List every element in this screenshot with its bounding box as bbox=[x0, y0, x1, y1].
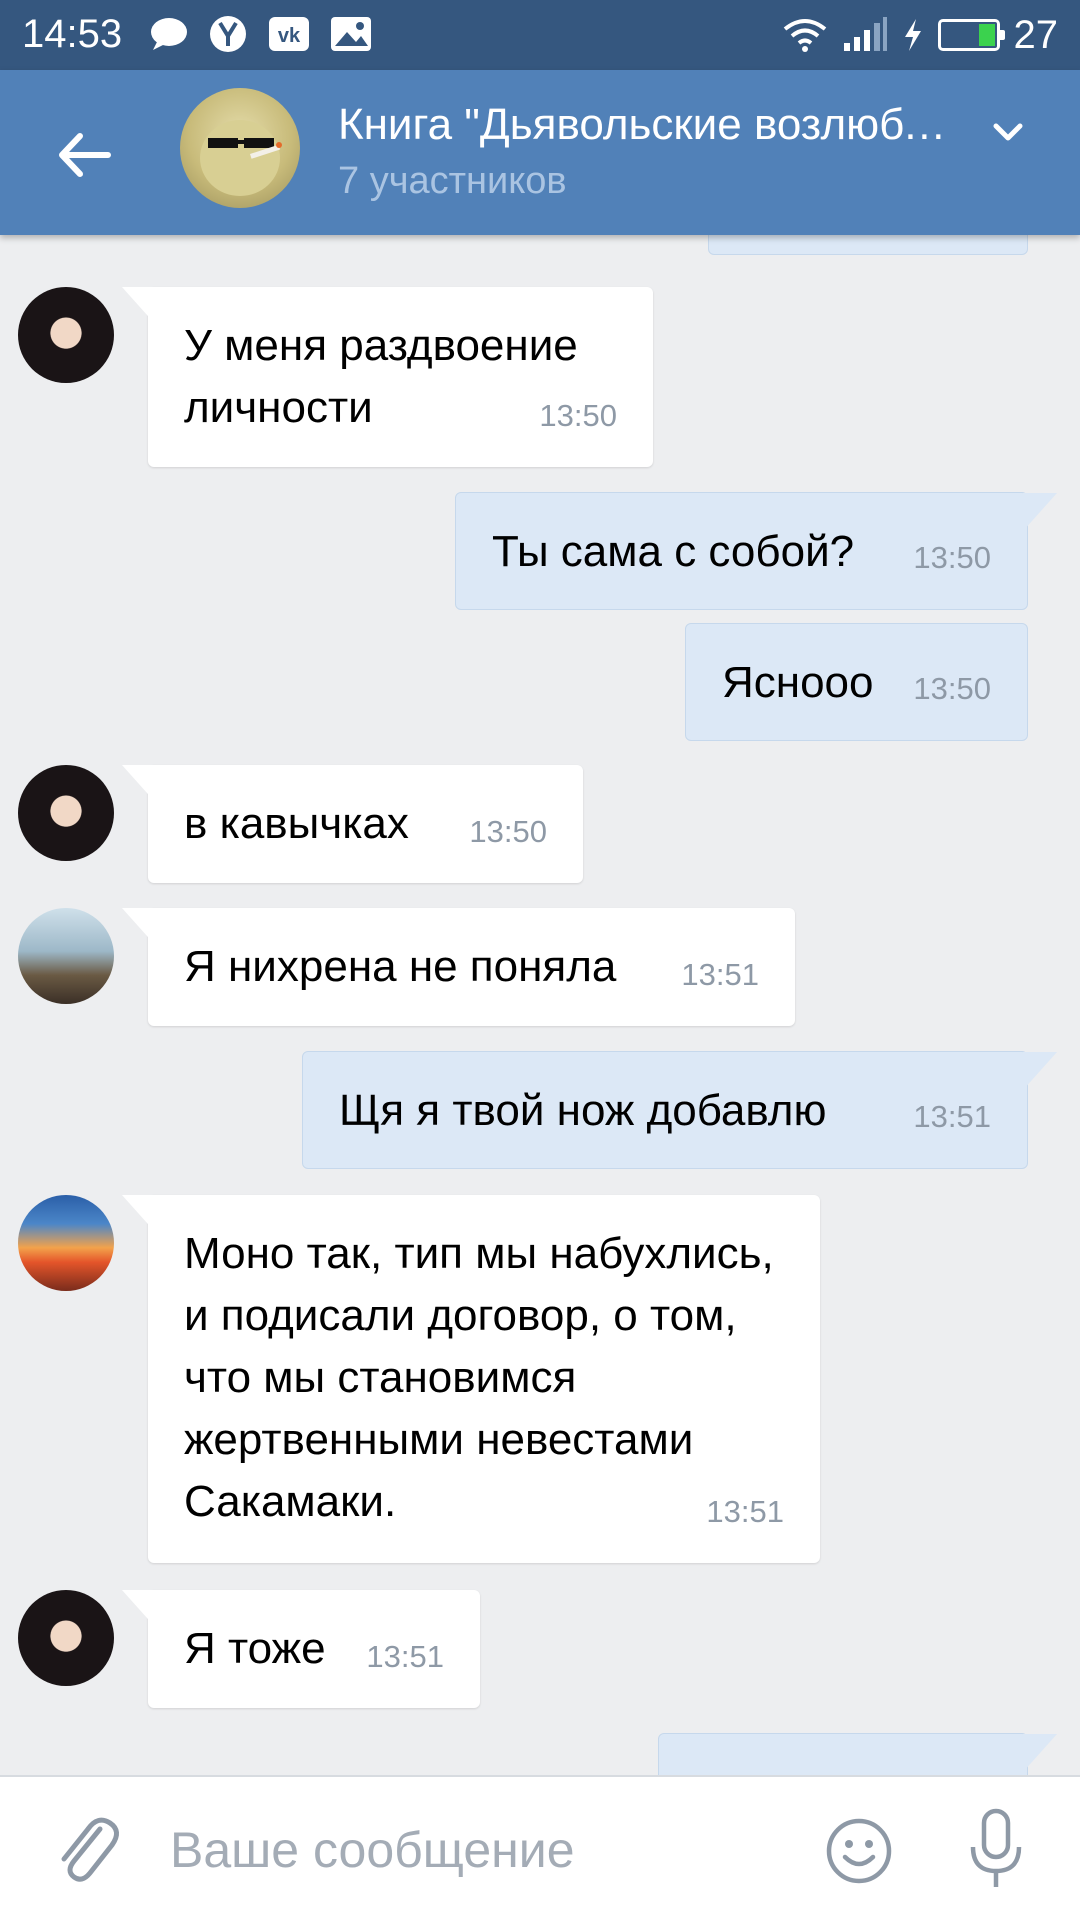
message-text: У меня раздвоение личности bbox=[184, 321, 578, 432]
message-text: Моно так, тип мы набухлись, и подисали д… bbox=[184, 1229, 774, 1526]
message-time: 13:51 bbox=[681, 957, 759, 992]
wifi-icon bbox=[783, 19, 826, 52]
message-bubble[interactable]: Я тоже 13:51 bbox=[122, 1590, 480, 1708]
avatar[interactable] bbox=[18, 908, 114, 1004]
message-time: 13:50 bbox=[913, 671, 991, 706]
chat-bubble-icon bbox=[148, 14, 190, 54]
message-time: 13:51 bbox=[913, 1099, 991, 1134]
message-list[interactable]: У меня раздвоение личности 13:50 Ты сама… bbox=[0, 235, 1080, 1775]
back-arrow-icon[interactable] bbox=[50, 120, 120, 190]
message-time: 13:51 bbox=[366, 1639, 444, 1674]
signal-icon bbox=[843, 17, 887, 51]
chat-participants: 7 участников bbox=[338, 160, 567, 202]
charging-icon bbox=[904, 19, 921, 51]
message-time: 13:50 bbox=[913, 540, 991, 575]
composer-bar bbox=[0, 1775, 1080, 1920]
message-text: в кавычках bbox=[184, 799, 409, 848]
avatar[interactable] bbox=[18, 1590, 114, 1686]
status-bar: 14:53 vk 27 bbox=[0, 0, 1080, 70]
message-text: Щя я твой нож добавлю bbox=[339, 1086, 827, 1135]
message-bubble[interactable]: в кавычках 13:50 bbox=[122, 765, 583, 883]
chat-title[interactable]: Книга "Дьявольские возлюбленные" bbox=[338, 100, 948, 150]
smiley-icon[interactable] bbox=[825, 1817, 893, 1885]
avatar[interactable] bbox=[18, 765, 114, 861]
message-bubble[interactable]: Моно так, тип мы набухлись, и подисали д… bbox=[122, 1195, 820, 1563]
message-text: Я тоже bbox=[184, 1624, 326, 1673]
message-text: Я нихрена не поняла bbox=[184, 942, 617, 991]
message-bubble[interactable]: У меня раздвоение личности 13:50 bbox=[122, 287, 653, 467]
message-text: Ясноoo bbox=[722, 658, 874, 707]
message-time: 13:50 bbox=[469, 814, 547, 849]
battery-percent: 27 bbox=[1013, 12, 1059, 57]
message-time: 13:51 bbox=[706, 1494, 784, 1529]
chat-header: Книга "Дьявольские возлюбленные" 7 участ… bbox=[0, 70, 1080, 235]
message-bubble-partial[interactable] bbox=[658, 1733, 1057, 1775]
message-time: 13:50 bbox=[539, 398, 617, 433]
avatar[interactable] bbox=[18, 287, 114, 383]
status-time: 14:53 bbox=[22, 12, 123, 56]
gallery-icon bbox=[330, 14, 372, 54]
message-text: Ты сама с собой? bbox=[492, 527, 855, 576]
svg-text:vk: vk bbox=[278, 25, 301, 47]
message-bubble[interactable]: Ясноoo 13:50 bbox=[685, 623, 1028, 741]
chevron-down-icon[interactable] bbox=[990, 112, 1026, 152]
chat-avatar[interactable] bbox=[180, 88, 300, 208]
message-bubble[interactable]: Я нихрена не поняла 13:51 bbox=[122, 908, 795, 1026]
message-bubble-partial[interactable] bbox=[708, 235, 1028, 255]
message-bubble[interactable]: Ты сама с собой? 13:50 bbox=[455, 492, 1057, 610]
yandex-icon bbox=[207, 14, 249, 54]
message-input[interactable] bbox=[170, 1815, 790, 1885]
vk-icon: vk bbox=[268, 14, 310, 54]
message-bubble[interactable]: Щя я твой нож добавлю 13:51 bbox=[302, 1051, 1057, 1169]
battery-icon bbox=[937, 19, 1005, 51]
microphone-icon[interactable] bbox=[965, 1807, 1027, 1893]
avatar[interactable] bbox=[18, 1195, 114, 1291]
paperclip-icon[interactable] bbox=[52, 1807, 122, 1887]
